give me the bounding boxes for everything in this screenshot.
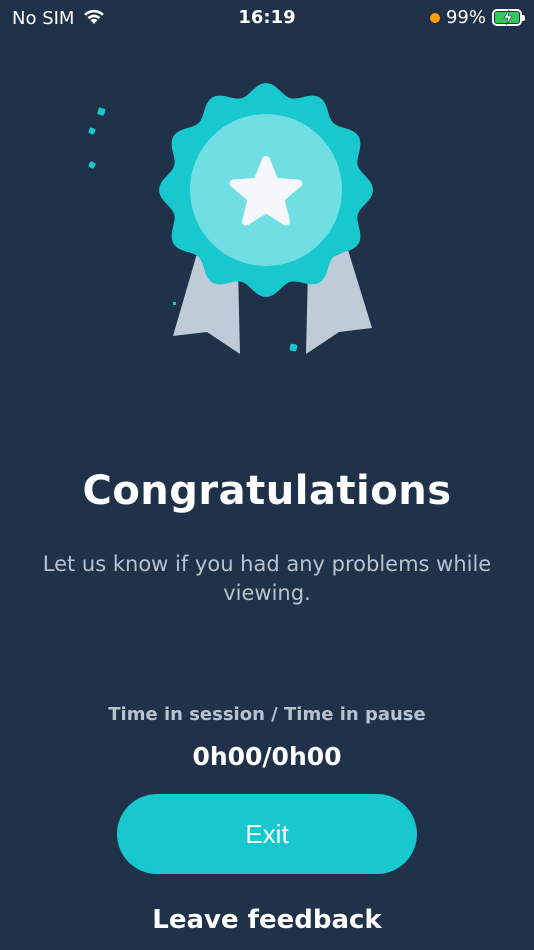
privacy-indicator-dot	[429, 12, 440, 23]
congratulations-screen: No SIM 16:19 99% Congratulations Let us …	[0, 0, 534, 950]
confetti-piece	[88, 127, 96, 135]
leave-feedback-button[interactable]: Leave feedback	[0, 905, 534, 935]
award-medal-star-icon	[88, 83, 373, 354]
confetti-piece	[97, 107, 106, 116]
exit-button[interactable]: Exit	[117, 794, 417, 874]
status-right: 99%	[429, 7, 525, 28]
battery-percentage: 99%	[445, 7, 486, 28]
session-time-value: 0h00/0h00	[192, 742, 342, 771]
confetti-piece	[173, 302, 176, 305]
battery-icon	[492, 9, 525, 26]
session-time-label: Time in session / Time in pause	[108, 704, 426, 725]
page-title: Congratulations	[82, 468, 452, 514]
page-subtitle: Let us know if you had any problems whil…	[42, 552, 492, 605]
confetti-piece	[88, 161, 96, 169]
confetti-piece	[289, 343, 298, 352]
charging-bolt-icon	[503, 9, 513, 26]
status-bar: No SIM 16:19 99%	[0, 0, 534, 36]
